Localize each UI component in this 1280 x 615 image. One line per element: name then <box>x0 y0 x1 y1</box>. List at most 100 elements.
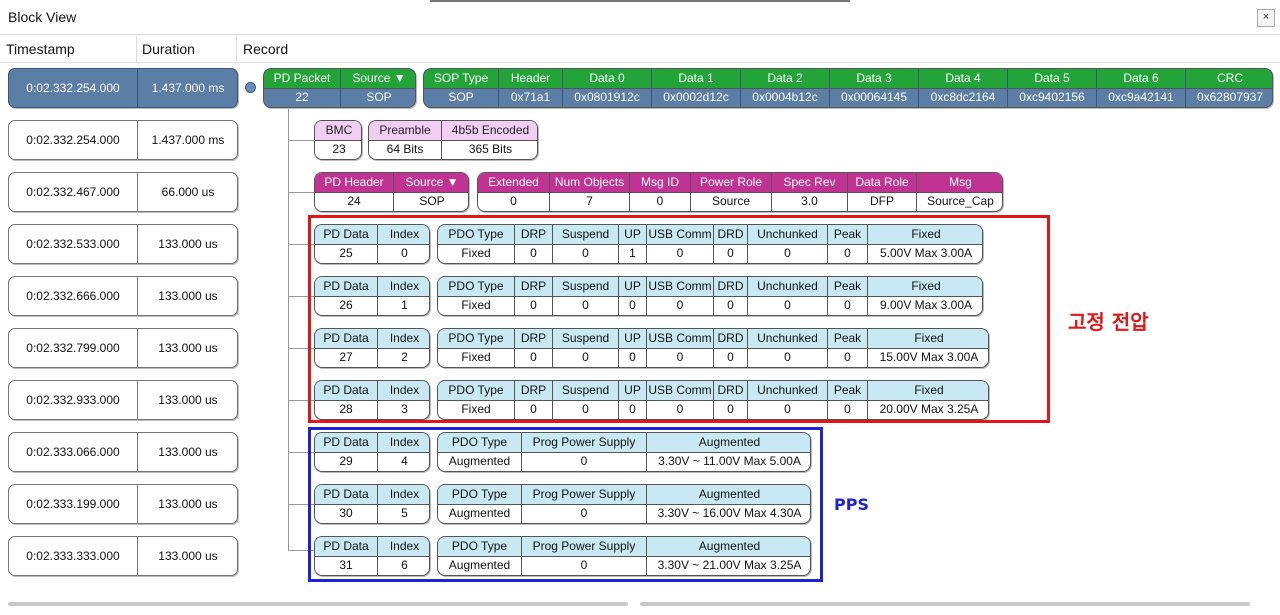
field-cell[interactable]: Data 2 0x0004b12c <box>740 69 829 107</box>
column-separator[interactable] <box>236 36 237 62</box>
timestamp-row[interactable]: 0:02.332.533.000 133.000 us <box>8 224 238 264</box>
field-cell[interactable]: Data Role DFP <box>847 173 916 211</box>
column-header-duration[interactable]: Duration <box>142 36 195 62</box>
field-cell[interactable]: Data 5 0xc9402156 <box>1007 69 1096 107</box>
field-name: CRC <box>1186 69 1272 89</box>
field-name: Data 6 <box>1097 69 1185 89</box>
timestamp-row[interactable]: 0:02.332.933.000 133.000 us <box>8 380 238 420</box>
fixed-voltage-label: 고정 전압 <box>1068 310 1149 334</box>
field-cell[interactable]: Source ▼ SOP <box>340 69 415 107</box>
field-cell[interactable]: Data 4 0xc8dc2164 <box>918 69 1007 107</box>
field-value: SOP <box>448 90 474 104</box>
field-cell[interactable]: Data 3 0x00064145 <box>829 69 918 107</box>
field-name: Msg ID <box>630 173 690 193</box>
field-value: Source_Cap <box>927 194 994 208</box>
duration-value: 66.000 us <box>137 173 238 211</box>
timestamp-row[interactable]: 0:02.332.467.000 66.000 us <box>8 172 238 212</box>
pd-packet-group[interactable]: PD Packet 22 Source ▼ SOP <box>263 68 416 108</box>
field-cell[interactable]: SOP Type SOP <box>424 69 498 107</box>
field-cell[interactable]: Source ▼ SOP <box>393 173 468 211</box>
timestamp-value: 0:02.332.533.000 <box>26 237 120 251</box>
field-name: Data 1 <box>652 69 740 89</box>
field-value: 64 Bits <box>386 142 424 156</box>
field-cell[interactable]: PD Packet 22 <box>264 69 340 107</box>
duration-value: 1.437.000 ms <box>137 69 238 107</box>
field-name: Source ▼ <box>394 173 468 193</box>
horizontal-scrollbar-left[interactable] <box>8 602 628 606</box>
field-cell[interactable]: Extended 0 <box>478 173 549 211</box>
selection-dot-icon <box>245 82 256 93</box>
tree-connector <box>288 108 289 550</box>
timestamp-row[interactable]: 0:02.332.254.000 1.437.000 ms <box>8 120 238 160</box>
field-cell[interactable]: Data 0 0x0801912c <box>562 69 651 107</box>
field-cell[interactable]: PD Header 24 <box>315 173 393 211</box>
tree-branch <box>288 192 314 193</box>
top-edge-line <box>430 0 850 2</box>
timestamp-value: 0:02.333.199.000 <box>26 497 120 511</box>
horizontal-scrollbar-right[interactable] <box>640 602 1250 606</box>
field-name: Data 4 <box>919 69 1007 89</box>
field-name: Spec Rev <box>772 173 847 193</box>
field-name: 4b5b Encoded <box>442 121 537 141</box>
column-separator[interactable] <box>136 36 137 62</box>
window-title: Block View <box>8 9 77 25</box>
field-value: 0x62807937 <box>1196 90 1264 104</box>
field-name: PD Packet <box>264 69 340 89</box>
field-cell[interactable]: Num Objects 7 <box>549 173 629 211</box>
fixed-voltage-highlight <box>308 215 1050 423</box>
field-name: Source ▼ <box>341 69 415 89</box>
timestamp-row[interactable]: 0:02.332.254.000 1.437.000 ms <box>8 68 238 108</box>
field-name: Data 5 <box>1008 69 1096 89</box>
timestamp-value: 0:02.332.467.000 <box>26 185 120 199</box>
field-name: PD Header <box>315 173 393 193</box>
field-cell[interactable]: 4b5b Encoded 365 Bits <box>441 121 537 159</box>
duration-value: 133.000 us <box>137 329 238 367</box>
title-bar: Block View × <box>0 0 1280 35</box>
field-value: SOP <box>419 194 445 208</box>
duration-value: 133.000 us <box>137 277 238 315</box>
pd-header-fields-group[interactable]: Extended 0 Num Objects 7 Msg ID 0 Power Role So… <box>477 172 1003 212</box>
close-icon[interactable]: × <box>1257 9 1275 27</box>
field-value: Source <box>711 194 751 208</box>
field-cell[interactable]: Msg Source_Cap <box>916 173 1002 211</box>
field-value: 0x0004b12c <box>752 90 818 104</box>
field-cell[interactable]: Preamble 64 Bits <box>369 121 441 159</box>
pd-header-group[interactable]: PD Header 24 Source ▼ SOP <box>314 172 469 212</box>
timestamp-row[interactable]: 0:02.332.666.000 133.000 us <box>8 276 238 316</box>
bmc-group[interactable]: BMC 23 <box>314 120 362 160</box>
timestamp-value: 0:02.332.254.000 <box>26 81 120 95</box>
field-value: DFP <box>870 194 894 208</box>
field-cell[interactable]: Data 6 0xc9a42141 <box>1096 69 1185 107</box>
field-name: Data 2 <box>741 69 829 89</box>
sop-data-group[interactable]: SOP Type SOP Header 0x71a1 Data 0 0x0801912c D… <box>423 68 1273 108</box>
timestamp-row[interactable]: 0:02.332.799.000 133.000 us <box>8 328 238 368</box>
duration-value: 133.000 us <box>137 433 238 471</box>
timestamp-row[interactable]: 0:02.333.066.000 133.000 us <box>8 432 238 472</box>
field-cell[interactable]: BMC 23 <box>315 121 361 159</box>
field-name: Msg <box>917 173 1002 193</box>
field-name: Extended <box>478 173 549 193</box>
timestamp-value: 0:02.332.254.000 <box>26 133 120 147</box>
field-value: SOP <box>366 90 392 104</box>
pps-highlight <box>308 427 823 582</box>
field-value: 0x71a1 <box>510 90 551 104</box>
field-value: 0xc8dc2164 <box>930 90 996 104</box>
timestamp-row[interactable]: 0:02.333.333.000 133.000 us <box>8 536 238 576</box>
column-header-timestamp[interactable]: Timestamp <box>6 36 75 62</box>
timestamp-row[interactable]: 0:02.333.199.000 133.000 us <box>8 484 238 524</box>
field-name: SOP Type <box>424 69 498 89</box>
field-cell[interactable]: Spec Rev 3.0 <box>771 173 847 211</box>
field-value: 0x0801912c <box>574 90 640 104</box>
column-header-record[interactable]: Record <box>243 36 288 62</box>
field-cell[interactable]: Power Role Source <box>690 173 771 211</box>
field-cell[interactable]: Msg ID 0 <box>629 173 690 211</box>
field-name: Data Role <box>848 173 916 193</box>
field-cell[interactable]: Data 1 0x0002d12c <box>651 69 740 107</box>
timestamp-value: 0:02.332.666.000 <box>26 289 120 303</box>
field-cell[interactable]: Header 0x71a1 <box>498 69 562 107</box>
field-value: 0 <box>510 194 517 208</box>
preamble-group[interactable]: Preamble 64 Bits 4b5b Encoded 365 Bits <box>368 120 538 160</box>
field-cell[interactable]: CRC 0x62807937 <box>1185 69 1272 107</box>
field-value: 7 <box>586 194 593 208</box>
field-name: Preamble <box>369 121 441 141</box>
